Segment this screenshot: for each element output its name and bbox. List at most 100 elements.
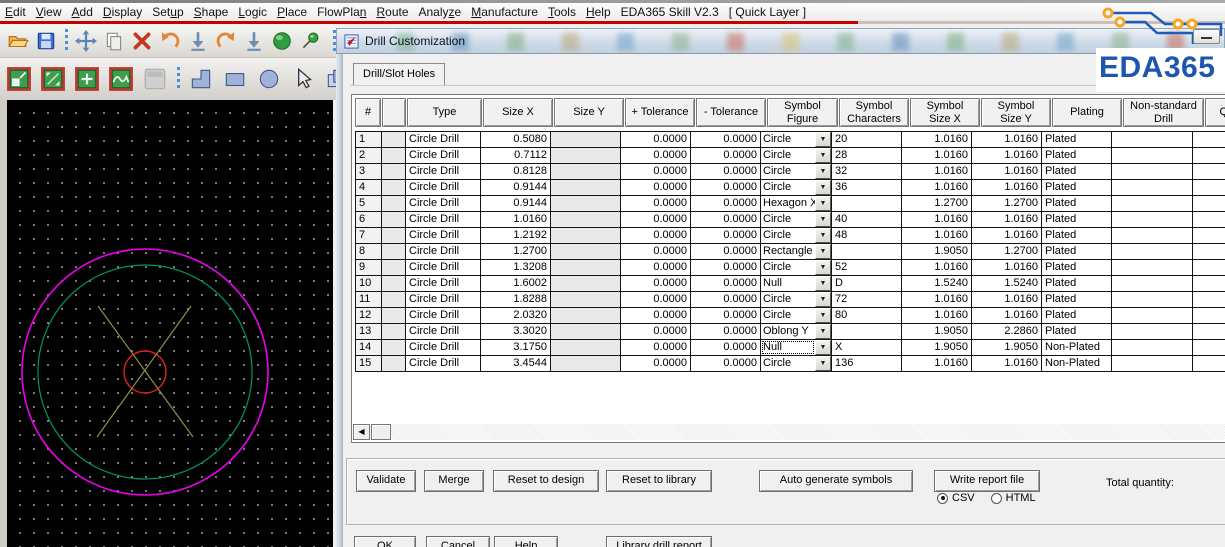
cell-symbol_size_y[interactable]: 1.5240: [972, 275, 1042, 292]
cell-quantity[interactable]: [1193, 291, 1225, 308]
cell-symbol_size_y[interactable]: 1.0160: [972, 227, 1042, 244]
symbol-figure-dropdown-button[interactable]: ▼: [815, 340, 831, 355]
cell-quantity[interactable]: [1193, 355, 1225, 372]
cell-symbol_figure[interactable]: Circle ▼: [761, 307, 832, 324]
cell-symbol_size_y[interactable]: 1.2700: [972, 195, 1042, 212]
cell-minus_tolerance[interactable]: 0.0000: [691, 179, 761, 196]
symbol-figure-dropdown-button[interactable]: ▼: [815, 180, 831, 195]
cell-symbol_size_y[interactable]: 1.0160: [972, 131, 1042, 148]
symbol-figure-value[interactable]: Circle: [761, 260, 815, 275]
cell-minus_tolerance[interactable]: 0.0000: [691, 291, 761, 308]
cell-quantity[interactable]: [1193, 339, 1225, 356]
symbol-figure-dropdown-button[interactable]: ▼: [815, 308, 831, 323]
reset-to-library-button[interactable]: Reset to library: [606, 470, 712, 492]
cell-non_standard_drill[interactable]: [1112, 291, 1193, 308]
cell-type[interactable]: Circle Drill: [406, 211, 481, 228]
cell-non_standard_drill[interactable]: [1112, 179, 1193, 196]
column-header-symbol_figure[interactable]: Symbol Figure: [767, 98, 838, 127]
cell-symbol_figure[interactable]: Hexagon X ▼: [761, 195, 832, 212]
cell-minus_tolerance[interactable]: 0.0000: [691, 147, 761, 164]
cell-type[interactable]: Circle Drill: [406, 307, 481, 324]
cell-symbol_size_x[interactable]: 1.9050: [902, 243, 972, 260]
cell-non_standard_drill[interactable]: [1112, 243, 1193, 260]
cell-non_standard_drill[interactable]: [1112, 323, 1193, 340]
auto-generate-symbols-button[interactable]: Auto generate symbols: [759, 470, 913, 492]
cell-type[interactable]: Circle Drill: [406, 243, 481, 260]
column-header-plating[interactable]: Plating: [1052, 98, 1122, 127]
menu-item-tools[interactable]: Tools: [544, 5, 580, 19]
cell-type[interactable]: Circle Drill: [406, 339, 481, 356]
symbol-figure-dropdown-button[interactable]: ▼: [815, 212, 831, 227]
cell-symbol_figure[interactable]: Circle ▼: [761, 259, 832, 276]
cell-symbol_characters[interactable]: 80: [832, 307, 902, 324]
cell-plating[interactable]: Non-Plated: [1042, 355, 1112, 372]
symbol-figure-dropdown-button[interactable]: ▼: [815, 260, 831, 275]
column-header-non_standard_drill[interactable]: Non-standard Drill: [1123, 98, 1204, 127]
merge-button[interactable]: Merge: [424, 470, 484, 492]
cell-minus_tolerance[interactable]: 0.0000: [691, 323, 761, 340]
cell-plating[interactable]: Plated: [1042, 163, 1112, 180]
cell-symbol_size_y[interactable]: 1.0160: [972, 291, 1042, 308]
symbol-figure-dropdown-button[interactable]: ▼: [815, 276, 831, 291]
cell-plating[interactable]: Plated: [1042, 195, 1112, 212]
symbol-figure-value[interactable]: Circle: [761, 308, 815, 323]
undo-icon[interactable]: [159, 30, 181, 52]
menu-item-shape[interactable]: Shape: [190, 5, 233, 19]
cell-non_standard_drill[interactable]: [1112, 227, 1193, 244]
drill-hole-circle[interactable]: [123, 350, 167, 394]
cell-minus_tolerance[interactable]: 0.0000: [691, 275, 761, 292]
scrollbar-thumb[interactable]: [371, 424, 391, 440]
cell-size_x[interactable]: 0.8128: [481, 163, 551, 180]
help-button[interactable]: Help: [494, 536, 558, 547]
cell-symbol_size_x[interactable]: 1.0160: [902, 131, 972, 148]
cell-size_x[interactable]: 0.9144: [481, 195, 551, 212]
cell-symbol_size_y[interactable]: 1.0160: [972, 259, 1042, 276]
cell-size_x[interactable]: 0.5080: [481, 131, 551, 148]
cell-type[interactable]: Circle Drill: [406, 259, 481, 276]
cell-size_x[interactable]: 3.3020: [481, 323, 551, 340]
cell-size_x[interactable]: 1.2700: [481, 243, 551, 260]
symbol-figure-value[interactable]: Null: [761, 276, 815, 291]
cell-plating[interactable]: Plated: [1042, 147, 1112, 164]
cell-symbol_size_y[interactable]: 1.9050: [972, 339, 1042, 356]
radio-html[interactable]: HTML: [990, 492, 1036, 504]
inner-pad-circle[interactable]: [37, 264, 253, 480]
globe-icon[interactable]: [271, 30, 293, 52]
cell-type[interactable]: Circle Drill: [406, 163, 481, 180]
rectangle-shape-icon[interactable]: [222, 66, 248, 92]
cell-symbol_size_x[interactable]: 1.0160: [902, 147, 972, 164]
cell-minus_tolerance[interactable]: 0.0000: [691, 259, 761, 276]
cell-type[interactable]: Circle Drill: [406, 355, 481, 372]
cell-plating[interactable]: Plated: [1042, 243, 1112, 260]
menu-item-display[interactable]: Display: [99, 5, 146, 19]
cell-type[interactable]: Circle Drill: [406, 147, 481, 164]
menu-item-analyze[interactable]: Analyze: [415, 5, 466, 19]
menu-item-eda365-skill-v2.3[interactable]: EDA365 Skill V2.3: [617, 5, 723, 19]
cell-symbol_size_y[interactable]: 1.0160: [972, 355, 1042, 372]
cell-quantity[interactable]: [1193, 147, 1225, 164]
radio-csv[interactable]: CSV: [937, 492, 975, 504]
symbol-figure-dropdown-button[interactable]: ▼: [815, 324, 831, 339]
menu-item-place[interactable]: Place: [273, 5, 311, 19]
cell-plus_tolerance[interactable]: 0.0000: [621, 339, 691, 356]
cell-symbol_size_x[interactable]: 1.0160: [902, 179, 972, 196]
cell-symbol_figure[interactable]: Oblong Y ▼: [761, 323, 832, 340]
horizontal-scrollbar[interactable]: ◀: [353, 424, 1225, 440]
cell-plating[interactable]: Non-Plated: [1042, 339, 1112, 356]
radio-csv-circle[interactable]: [937, 492, 948, 504]
symbol-figure-dropdown-button[interactable]: ▼: [815, 132, 831, 147]
symbol-figure-value[interactable]: Circle: [761, 212, 815, 227]
cell-size_x[interactable]: 1.2192: [481, 227, 551, 244]
cell-non_standard_drill[interactable]: [1112, 163, 1193, 180]
cell-plating[interactable]: Plated: [1042, 307, 1112, 324]
cell-size_x[interactable]: 1.6002: [481, 275, 551, 292]
cell-quantity[interactable]: [1193, 163, 1225, 180]
cell-plating[interactable]: Plated: [1042, 227, 1112, 244]
cell-non_standard_drill[interactable]: [1112, 147, 1193, 164]
cell-plating[interactable]: Plated: [1042, 179, 1112, 196]
cell-symbol_figure[interactable]: Circle ▼: [761, 211, 832, 228]
cell-symbol_size_x[interactable]: 1.0160: [902, 307, 972, 324]
symbol-figure-dropdown-button[interactable]: ▼: [815, 228, 831, 243]
cell-symbol_size_x[interactable]: 1.0160: [902, 227, 972, 244]
column-header-quantity[interactable]: Quantity: [1205, 98, 1225, 127]
